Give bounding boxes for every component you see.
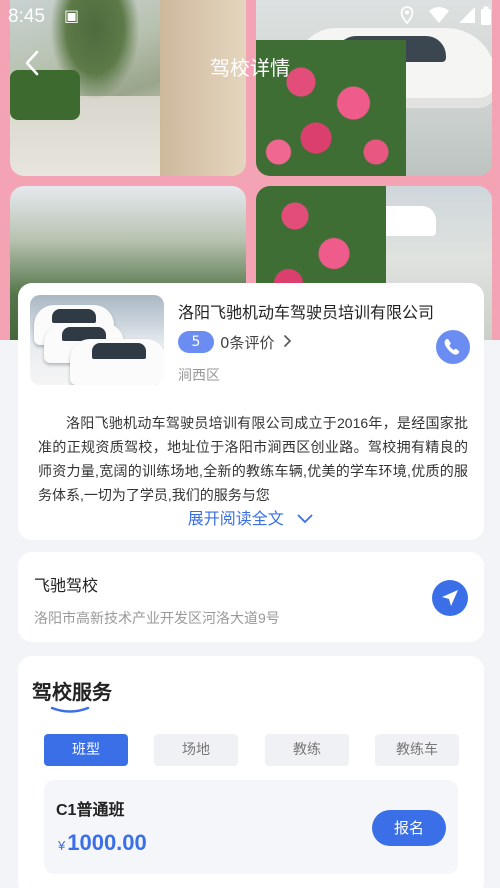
navigation-arrow-icon [442,590,458,606]
location-icon [400,6,414,28]
tab-class-type[interactable]: 班型 [44,734,128,766]
location-name: 飞驰驾校 [34,578,99,595]
wifi-icon [428,6,450,28]
school-district: 涧西区 [178,368,220,384]
nav-bar: 驾校详情 [0,40,500,92]
status-bar: 8:45 ▣ [0,0,500,32]
expand-intro-button[interactable]: 展开阅读全文 [18,505,484,529]
page-title: 驾校详情 [210,58,290,80]
signal-icon [458,6,476,28]
expand-label: 展开阅读全文 [187,511,284,528]
status-time: 8:45 [8,6,45,27]
class-name: C1普通班 [56,802,125,819]
chevron-down-icon [297,514,313,524]
school-info-card: 洛阳飞驰机动车驾驶员培训有限公司 5 0条评价 涧西区 洛阳飞驰机动车驾驶员培训… [18,283,484,540]
location-address: 洛阳市高新技术产业开发区河洛大道9号 [34,610,280,626]
class-price: ¥1000.00 [58,830,147,856]
price-amount: 1000.00 [67,830,147,855]
class-item: C1普通班 ¥1000.00 报名 [44,780,458,874]
reviews-link[interactable]: 0条评价 [220,332,292,353]
battery-icon [480,6,492,30]
school-thumbnail[interactable] [30,295,164,385]
enroll-button[interactable]: 报名 [372,810,446,846]
tab-venue[interactable]: 场地 [154,734,238,766]
tab-coach-car[interactable]: 教练车 [375,734,459,766]
services-card: 驾校服务 班型 场地 教练 教练车 C1普通班 ¥1000.00 报名 [18,656,484,888]
reviews-count: 0条评价 [220,334,275,352]
tab-coach[interactable]: 教练 [265,734,349,766]
address-card: 飞驰驾校 洛阳市高新技术产业开发区河洛大道9号 [18,552,484,642]
currency-symbol: ¥ [58,838,66,853]
notification-icon: ▣ [64,6,80,25]
services-title: 驾校服务 [32,682,112,704]
school-name: 洛阳飞驰机动车驾驶员培训有限公司 [178,305,435,322]
rating-badge: 5 [178,331,214,353]
phone-icon [444,338,460,355]
navigate-button[interactable] [432,580,468,616]
title-underline [50,706,90,713]
chevron-right-icon [283,334,292,352]
call-button[interactable] [436,330,470,364]
school-intro: 洛阳飞驰机动车驾驶员培训有限公司成立于2016年，是经国家批准的正规资质驾校，地… [38,415,468,503]
